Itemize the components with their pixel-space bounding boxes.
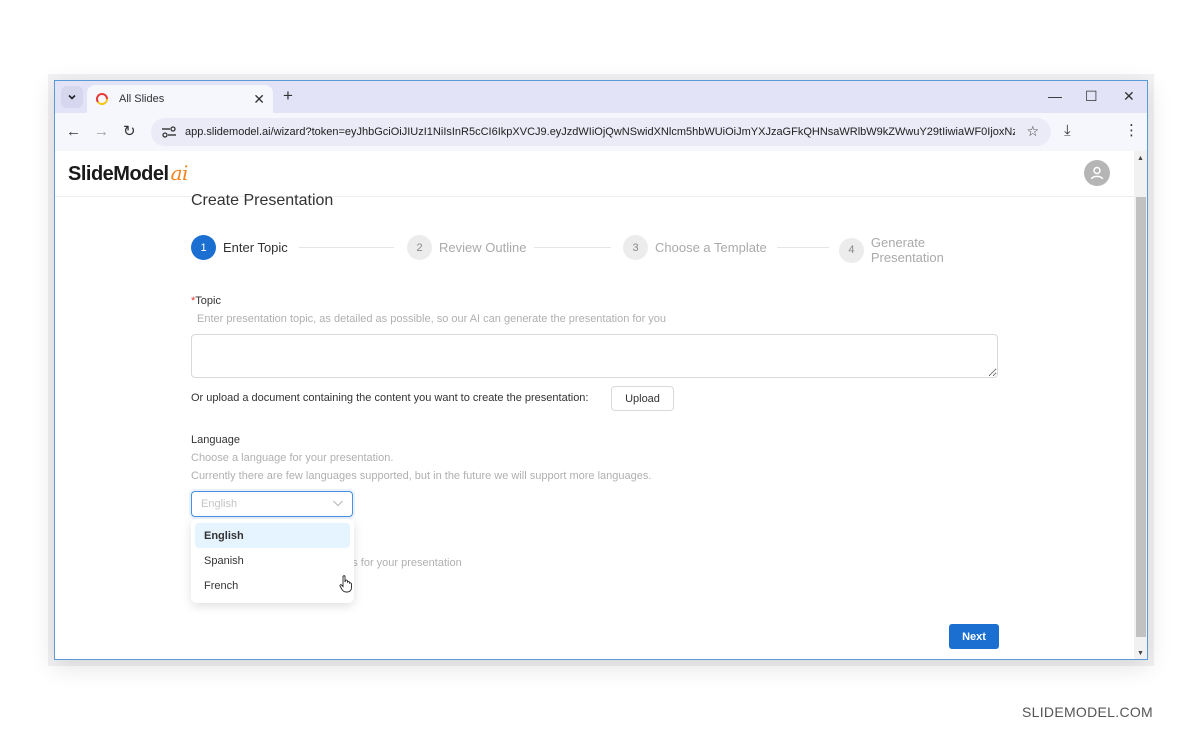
step-label: Enter Topic [223,240,288,255]
slides-hint: des for your presentation [340,557,462,569]
browser-toolbar: ← → ↻ app.slidemodel.ai/wizard?token=eyJ… [55,113,1147,151]
reload-icon[interactable]: ↻ [123,123,136,141]
kebab-menu-icon[interactable]: ⋮ [1124,122,1139,140]
step-divider [534,247,611,248]
logo-text: SlideModel [68,163,169,185]
language-hint-1: Choose a language for your presentation. [191,452,394,464]
address-bar[interactable]: app.slidemodel.ai/wizard?token=eyJhbGciO… [151,118,1051,146]
language-label: Language [191,434,240,446]
step-divider [299,247,394,248]
scroll-down-icon[interactable]: ▼ [1137,650,1144,657]
page-title: Create Presentation [191,192,334,209]
download-icon[interactable]: ⤓ [1064,122,1071,140]
language-option-english[interactable]: English [195,523,350,548]
chevron-down-icon [68,94,76,100]
tab-search-button[interactable] [61,86,83,108]
minimize-icon[interactable]: — [1048,87,1062,105]
step-label: Review Outline [439,240,527,255]
arrow-left-icon[interactable]: ← [66,123,81,141]
step-enter-topic: 1 Enter Topic [191,235,288,260]
chevron-down-icon [333,500,343,507]
step-label: Choose a Template [655,240,767,255]
watermark: SLIDEMODEL.COM [1022,704,1153,720]
step-choose-template: 3 Choose a Template [623,235,767,260]
avatar[interactable] [1084,160,1110,186]
tune-icon[interactable] [161,125,177,139]
tab-title: All Slides [119,93,165,105]
scroll-up-icon[interactable]: ▲ [1137,155,1144,162]
step-divider [777,247,829,248]
user-icon [1090,166,1104,180]
close-icon[interactable]: ✕ [253,91,265,107]
language-dropdown: English Spanish French [191,519,354,603]
step-number: 3 [623,235,648,260]
language-option-spanish[interactable]: Spanish [195,548,350,573]
step-number: 2 [407,235,432,260]
language-hint-2: Currently there are few languages suppor… [191,470,652,482]
plus-icon[interactable]: + [283,87,293,105]
upload-description: Or upload a document containing the cont… [191,392,589,404]
step-generate-presentation: 4 Generate Presentation [839,235,1001,265]
slidemodel-favicon-icon [96,93,108,105]
vertical-scrollbar[interactable]: ▲ ▼ [1134,151,1147,659]
tab-all-slides[interactable]: All Slides ✕ [87,85,273,113]
step-number: 1 [191,235,216,260]
url-text[interactable]: app.slidemodel.ai/wizard?token=eyJhbGciO… [185,126,1015,138]
language-option-french[interactable]: French [195,573,350,598]
upload-button[interactable]: Upload [611,386,674,411]
stage: All Slides ✕ + — ☐ ✕ ← → ↻ app.slidemode… [0,0,1200,743]
page-content: SlideModel ai Create Presentation 1 Enter… [55,151,1134,659]
topic-label-text: Topic [195,295,221,307]
step-review-outline: 2 Review Outline [407,235,526,260]
language-select[interactable]: English [191,491,353,517]
arrow-right-icon[interactable]: → [94,123,109,141]
browser-window: All Slides ✕ + — ☐ ✕ ← → ↻ app.slidemode… [54,80,1148,660]
star-icon[interactable]: ☆ [1026,123,1039,140]
language-select-value: English [201,498,238,510]
wizard-steps: 1 Enter Topic 2 Review Outline 3 Choose … [191,235,1001,265]
maximize-icon[interactable]: ☐ [1085,87,1098,105]
step-label: Generate Presentation [870,235,944,265]
logo-suffix: ai [170,161,189,185]
tab-bar: All Slides ✕ + — ☐ ✕ [55,81,1147,113]
logo[interactable]: SlideModel ai [68,161,188,186]
topic-input[interactable] [191,334,998,378]
next-button[interactable]: Next [949,624,999,649]
topic-label: *Topic [191,295,221,307]
close-window-icon[interactable]: ✕ [1123,87,1135,105]
step-number: 4 [839,237,864,263]
scrollbar-thumb[interactable] [1136,197,1146,637]
hand-cursor-icon [339,575,352,593]
topic-hint: Enter presentation topic, as detailed as… [197,313,667,325]
app-header: SlideModel ai [55,151,1134,197]
